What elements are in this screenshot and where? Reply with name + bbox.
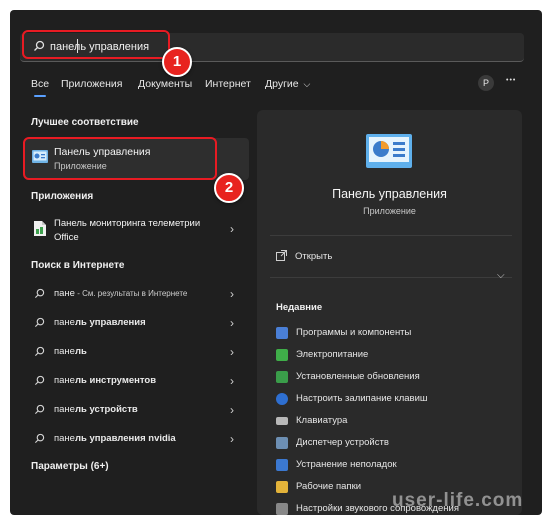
work-folders-icon bbox=[276, 481, 288, 493]
recent-item-label: Установленные обновления bbox=[296, 371, 420, 382]
updates-icon bbox=[276, 371, 288, 383]
web-result-row[interactable]: панель устройств › bbox=[24, 397, 249, 425]
web-result-query: ль управления nvidia bbox=[74, 433, 176, 444]
search-icon bbox=[34, 288, 45, 299]
web-result-query: ль bbox=[74, 346, 87, 357]
detail-title: Панель управления bbox=[332, 187, 447, 201]
recent-item-label: Рабочие папки bbox=[296, 481, 362, 492]
power-icon bbox=[276, 349, 288, 361]
open-action[interactable]: Открыть bbox=[270, 247, 512, 269]
recent-item-label: Клавиатура bbox=[296, 415, 348, 426]
best-match-heading: Лучшее соответствие bbox=[31, 117, 139, 128]
web-result-text: панель bbox=[54, 346, 87, 357]
apps-heading: Приложения bbox=[31, 191, 94, 202]
tab-all[interactable]: Все bbox=[31, 78, 49, 90]
recent-item-label: Настроить залипание клавиш bbox=[296, 393, 428, 404]
chevron-right-icon: › bbox=[230, 403, 234, 417]
web-result-suffix: - См. результаты в Интернете bbox=[74, 289, 188, 298]
web-search-heading: Поиск в Интернете bbox=[31, 260, 125, 271]
programs-icon bbox=[276, 327, 288, 339]
recent-item[interactable]: Электропитание bbox=[276, 347, 516, 367]
step-badge-1: 1 bbox=[162, 47, 192, 77]
chevron-right-icon: › bbox=[230, 222, 234, 236]
recent-item[interactable]: Программы и компоненты bbox=[276, 325, 516, 345]
search-icon bbox=[34, 404, 45, 415]
document-icon bbox=[34, 221, 46, 236]
tab-more-label: Другие bbox=[265, 78, 299, 90]
accessibility-icon bbox=[276, 393, 288, 405]
open-label: Открыть bbox=[295, 251, 333, 262]
web-result-row[interactable]: панель управления nvidia › bbox=[24, 426, 249, 454]
web-result-text: пане - См. результаты в Интернете bbox=[54, 288, 187, 299]
divider bbox=[270, 277, 512, 278]
chevron-right-icon: › bbox=[230, 345, 234, 359]
tab-apps[interactable]: Приложения bbox=[61, 78, 122, 90]
web-result-row[interactable]: панель управления › bbox=[24, 310, 249, 338]
web-result-query: ль устройств bbox=[74, 404, 138, 415]
search-icon bbox=[34, 346, 45, 357]
chevron-right-icon: › bbox=[230, 287, 234, 301]
profile-avatar[interactable]: P bbox=[478, 75, 494, 91]
recent-item[interactable]: Клавиатура bbox=[276, 413, 516, 433]
web-result-row[interactable]: панель › bbox=[24, 339, 249, 367]
web-result-row[interactable]: панель инструментов › bbox=[24, 368, 249, 396]
search-icon bbox=[34, 375, 45, 386]
tab-all-indicator bbox=[34, 95, 46, 97]
highlight-search bbox=[22, 30, 170, 59]
recent-item[interactable]: Устранение неполадок bbox=[276, 457, 516, 477]
web-result-text: панель устройств bbox=[54, 404, 138, 415]
detail-subtitle: Приложение bbox=[363, 206, 416, 216]
divider bbox=[270, 235, 512, 236]
chevron-down-icon: ⌵ bbox=[303, 79, 311, 89]
web-result-text: панель управления nvidia bbox=[54, 433, 176, 444]
recent-item-label: Устранение неполадок bbox=[296, 459, 397, 470]
web-result-text: панель управления bbox=[54, 317, 146, 328]
recent-heading: Недавние bbox=[276, 302, 323, 313]
app-item-title-2: Office bbox=[54, 232, 79, 243]
recent-item[interactable]: Установленные обновления bbox=[276, 369, 516, 389]
troubleshoot-icon bbox=[276, 459, 288, 471]
more-options-icon[interactable]: ••• bbox=[506, 77, 516, 84]
control-panel-large-icon bbox=[366, 134, 412, 168]
chevron-right-icon: › bbox=[230, 316, 234, 330]
recent-item-label: Электропитание bbox=[296, 349, 369, 360]
open-icon bbox=[276, 250, 287, 261]
recent-item-label: Диспетчер устройств bbox=[296, 437, 389, 448]
recent-item[interactable]: Настроить залипание клавиш bbox=[276, 391, 516, 411]
settings-heading: Параметры (6+) bbox=[31, 461, 109, 472]
app-item-title-1: Панель мониторинга телеметрии bbox=[54, 218, 201, 229]
web-result-text: панель инструментов bbox=[54, 375, 157, 386]
expand-chevron-icon[interactable]: ⌵ bbox=[497, 270, 505, 281]
tab-documents[interactable]: Документы bbox=[138, 78, 192, 90]
recent-item[interactable]: Диспетчер устройств bbox=[276, 435, 516, 455]
tab-internet[interactable]: Интернет bbox=[205, 78, 251, 90]
web-result-query: ль управления bbox=[74, 317, 146, 328]
sound-icon bbox=[276, 503, 288, 515]
recent-item-label: Программы и компоненты bbox=[296, 327, 412, 338]
keyboard-icon bbox=[276, 417, 288, 425]
device-manager-icon bbox=[276, 437, 288, 449]
web-result-query: пане bbox=[54, 288, 75, 299]
search-icon bbox=[34, 317, 45, 328]
search-icon bbox=[34, 433, 45, 444]
highlight-best-match bbox=[23, 137, 217, 180]
tab-more[interactable]: Другие ⌵ bbox=[265, 78, 310, 90]
chevron-right-icon: › bbox=[230, 432, 234, 446]
chevron-right-icon: › bbox=[230, 374, 234, 388]
watermark: user-life.com bbox=[392, 490, 524, 511]
step-badge-2: 2 bbox=[214, 173, 244, 203]
web-result-query: ль инструментов bbox=[74, 375, 157, 386]
web-result-row[interactable]: пане - См. результаты в Интернете › bbox=[24, 281, 249, 309]
